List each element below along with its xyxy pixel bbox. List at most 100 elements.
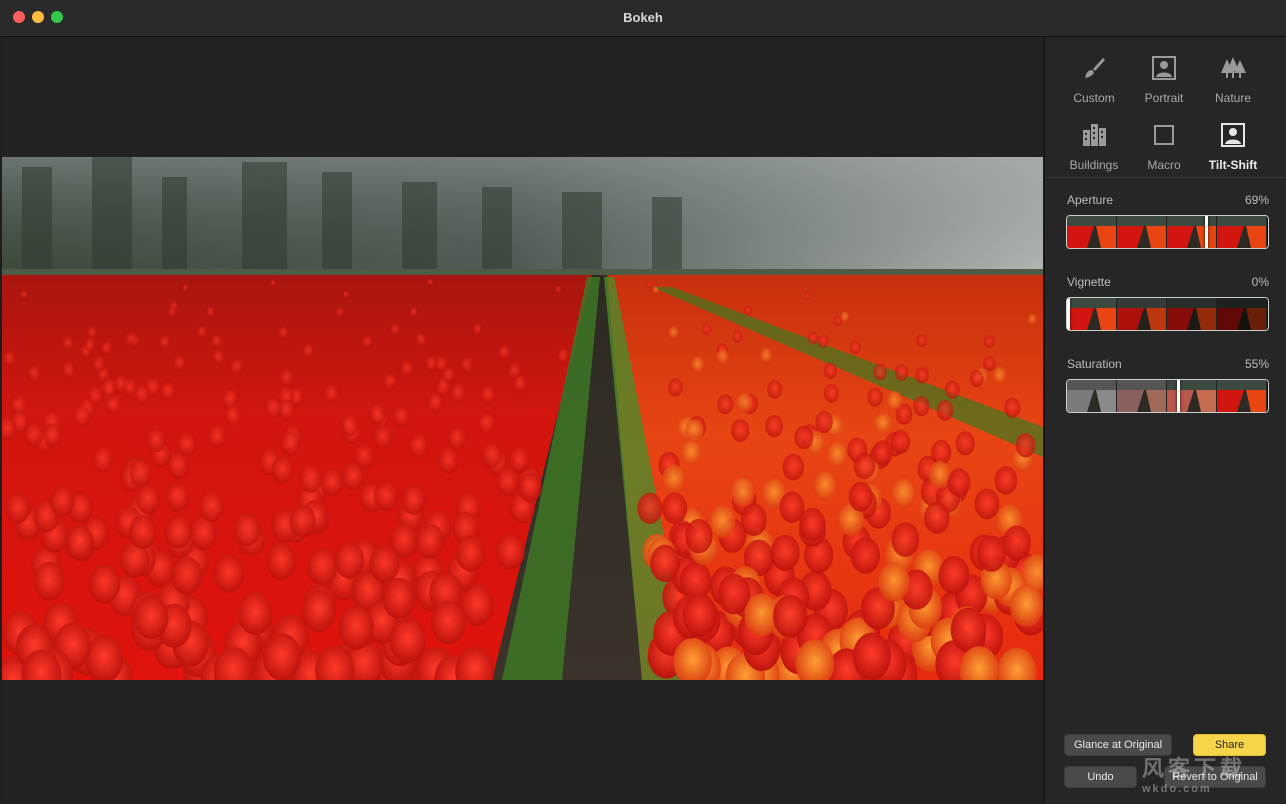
tulip-blob <box>427 393 444 414</box>
tulip-blob <box>165 481 190 512</box>
tulip-blob <box>125 332 136 346</box>
tulip-blob <box>691 356 704 373</box>
tulip-blob <box>164 514 192 549</box>
tulip-blob <box>182 284 189 292</box>
aperture-thumb[interactable] <box>1204 216 1208 248</box>
tulip-blob <box>279 369 294 387</box>
tulip-blob <box>823 384 839 403</box>
tulip-blob <box>206 306 215 317</box>
tulip-blob <box>271 456 294 484</box>
tulip-blob <box>782 453 804 481</box>
vignette-slider[interactable] <box>1066 297 1269 331</box>
saturation-filmstrip <box>1067 380 1267 412</box>
macro-square-icon <box>1154 125 1174 145</box>
tulip-blob <box>224 405 242 427</box>
preset-buildings[interactable]: Buildings <box>1057 112 1131 172</box>
canvas-area <box>2 37 1043 800</box>
preset-label-macro: Macro <box>1147 158 1181 172</box>
tulip-blob <box>732 330 743 343</box>
preset-nature[interactable]: Nature <box>1196 45 1270 105</box>
tulip-blob <box>668 378 683 397</box>
tulip-blob <box>928 461 951 489</box>
tulip-blob <box>992 366 1007 384</box>
tulip-blob <box>681 440 702 466</box>
tulip-blob <box>435 356 448 372</box>
tulip-blob <box>5 492 31 524</box>
tulip-blob <box>480 384 496 404</box>
preset-label-tilt-shift: Tilt-Shift <box>1208 158 1258 172</box>
tulip-blob <box>373 425 393 450</box>
tulip-blob <box>827 441 848 468</box>
tulip-blob <box>717 394 734 415</box>
tulip-blob <box>850 537 881 574</box>
tulip-blob <box>495 533 525 570</box>
tulip-blob <box>1009 584 1043 627</box>
tulip-blob <box>88 564 121 604</box>
tulip-blob <box>969 369 984 388</box>
tulip-blob <box>222 389 239 409</box>
saturation-slider[interactable] <box>1066 379 1269 413</box>
tulip-blob <box>447 426 467 451</box>
tulip-blob <box>848 481 873 512</box>
tulip-blob <box>340 414 359 437</box>
tulip-blob <box>853 452 876 480</box>
adjustments-sidebar: Custom Portrait Nature Buildings Macro T… <box>1044 37 1286 804</box>
tulip-blob <box>133 595 169 640</box>
tulip-blob <box>278 326 289 339</box>
tulip-blob <box>159 335 171 349</box>
tulip-blob <box>438 447 460 474</box>
tulip-blob <box>62 336 74 350</box>
tulip-blob <box>335 307 344 317</box>
tulip-blob <box>994 466 1018 495</box>
tulip-photo[interactable] <box>2 157 1043 680</box>
undo-button[interactable]: Undo <box>1064 766 1137 788</box>
title-bar: Bokeh <box>0 0 1286 37</box>
aperture-label: Aperture <box>1067 193 1114 207</box>
tulip-blob <box>736 392 753 413</box>
tulip-blob <box>65 525 94 561</box>
tulip-blob <box>409 306 418 317</box>
tulip-blob <box>197 325 207 338</box>
vignette-filmstrip <box>1067 298 1267 330</box>
tulip-blob <box>415 523 444 559</box>
tulip-blob <box>731 419 750 443</box>
tulip-blob <box>731 477 755 507</box>
tulip-blob <box>760 348 772 363</box>
tulip-blob <box>817 334 829 348</box>
tulip-blob <box>213 554 245 593</box>
tulip-blob <box>168 306 177 317</box>
tulip-blob <box>289 504 316 538</box>
saturation-thumb[interactable] <box>1176 380 1180 412</box>
tulip-blob <box>916 334 927 348</box>
vignette-thumb[interactable] <box>1067 298 1070 330</box>
preset-macro[interactable]: Macro <box>1127 112 1201 172</box>
tulip-blob <box>983 355 996 371</box>
tulip-blob <box>1004 397 1021 418</box>
tulip-blob <box>823 362 837 379</box>
tulip-blob <box>92 356 106 373</box>
tulip-blob <box>450 383 466 403</box>
tulip-blob <box>983 335 995 349</box>
tulip-blob <box>105 394 122 415</box>
tulip-blob <box>198 491 224 523</box>
preset-portrait[interactable]: Portrait <box>1127 45 1201 105</box>
tulip-blob <box>129 459 152 487</box>
preset-tilt-shift[interactable]: Tilt-Shift <box>1196 112 1270 172</box>
tulip-blob <box>299 464 322 493</box>
tulip-blob <box>974 488 1000 520</box>
aperture-slider[interactable] <box>1066 215 1269 249</box>
tulip-blob <box>891 522 920 557</box>
tulip-blob <box>383 372 397 391</box>
tulip-blob <box>171 556 203 595</box>
preset-custom[interactable]: Custom <box>1057 45 1131 105</box>
tulip-blob <box>320 467 344 497</box>
tulip-blob <box>794 425 814 450</box>
tulip-blob <box>362 335 373 349</box>
tulip-blob <box>122 378 137 397</box>
tulip-blob <box>709 505 736 539</box>
tulip-blob <box>262 633 301 680</box>
preset-label-buildings: Buildings <box>1069 158 1119 172</box>
saturation-label: Saturation <box>1067 357 1122 371</box>
tulip-blob <box>20 290 28 299</box>
tulip-blob <box>302 589 336 632</box>
